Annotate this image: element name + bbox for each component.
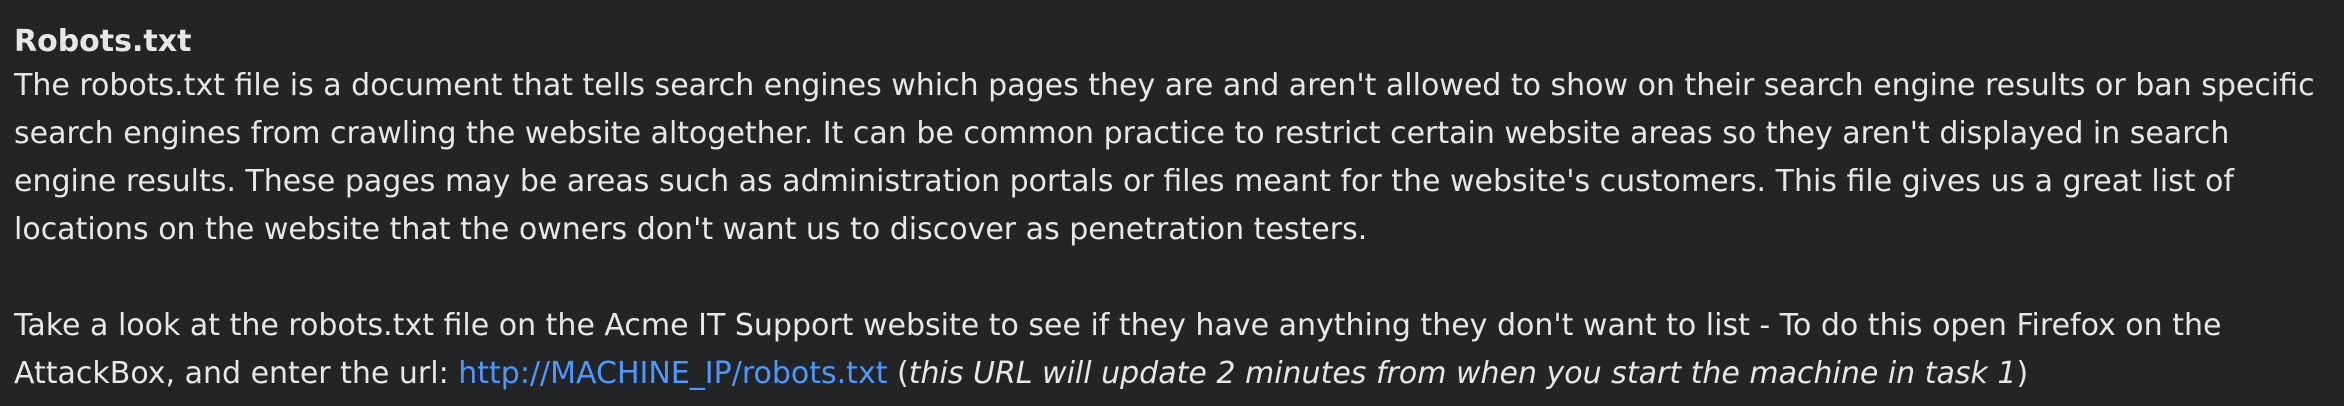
url-update-note: this URL will update 2 minutes from when…	[908, 356, 2017, 391]
section-title: Robots.txt	[14, 24, 192, 59]
paren-open: (	[887, 356, 909, 391]
paragraph-robots-description: The robots.txt file is a document that t…	[14, 68, 2315, 247]
paragraph-instructions: Take a look at the robots.txt file on th…	[14, 302, 2330, 398]
robots-url-link[interactable]: http://MACHINE_IP/robots.txt	[458, 356, 887, 391]
paren-close: )	[2016, 356, 2029, 391]
content-area: Robots.txt The robots.txt file is a docu…	[0, 0, 2344, 406]
